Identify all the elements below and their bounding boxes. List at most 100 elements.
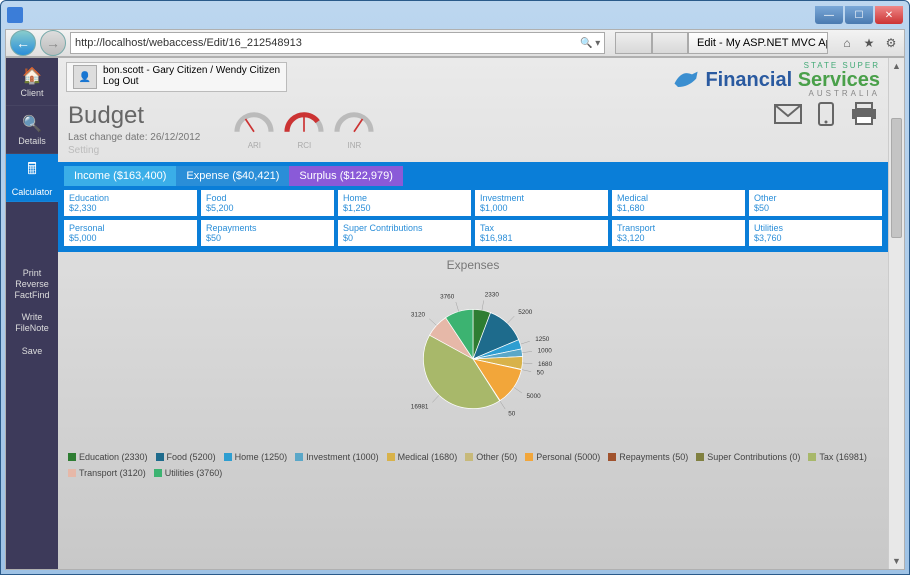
email-icon[interactable] <box>774 102 802 126</box>
window-close-button[interactable]: ✕ <box>875 6 903 24</box>
browser-forward-button[interactable]: → <box>40 30 66 56</box>
card-value: $2,330 <box>69 203 192 213</box>
browser-tab-active[interactable]: Edit - My ASP.NET MVC Ap... × <box>688 32 828 54</box>
tab-surplus[interactable]: Surplus ($122,979) <box>289 166 403 186</box>
address-url: http://localhost/webaccess/Edit/16_21254… <box>75 37 302 49</box>
legend-swatch <box>224 453 232 461</box>
card-name: Utilities <box>754 223 877 233</box>
browser-home-icon[interactable]: ⌂ <box>838 34 856 52</box>
mobile-icon[interactable] <box>812 102 840 126</box>
category-card[interactable]: Super Contributions$0 <box>338 220 471 246</box>
brand-mark-icon <box>671 66 699 94</box>
legend-swatch <box>156 453 164 461</box>
legend-swatch <box>387 453 395 461</box>
setting-link[interactable]: Setting <box>68 145 200 156</box>
browser-tabs: Edit - My ASP.NET MVC Ap... × <box>615 32 828 54</box>
window-maximize-button[interactable]: ☐ <box>845 6 873 24</box>
pie-data-label: 2330 <box>485 292 500 299</box>
browser-toolbar: ← → http://localhost/webaccess/Edit/16_2… <box>5 29 905 57</box>
legend-item: Transport (3120) <box>68 466 146 480</box>
left-nav: 🏠 Client 🔍 Details 🖩 Calculator Print Re… <box>6 58 58 569</box>
header-actions <box>774 102 878 126</box>
logout-link[interactable]: Log Out <box>103 76 280 87</box>
address-search-icon[interactable]: 🔍 ▾ <box>580 38 600 49</box>
brand-main1: Financial <box>705 69 792 91</box>
window-titlebar: — ☐ ✕ <box>1 1 909 29</box>
pie-data-label: 50 <box>537 370 545 377</box>
legend-swatch <box>295 453 303 461</box>
brand-bottom: AUSTRALIA <box>705 90 880 98</box>
pie-data-label: 5000 <box>527 393 542 400</box>
nav-calculator[interactable]: 🖩 Calculator <box>6 154 58 202</box>
browser-favorites-icon[interactable]: ★ <box>860 34 878 52</box>
browser-tools-icon[interactable]: ⚙ <box>882 34 900 52</box>
category-card[interactable]: Tax$16,981 <box>475 220 608 246</box>
budget-header: Budget Last change date: 26/12/2012 Sett… <box>58 102 888 162</box>
page-viewport: 🏠 Client 🔍 Details 🖩 Calculator Print Re… <box>5 57 905 570</box>
nav-write-filenote[interactable]: Write FileNote <box>6 306 58 340</box>
brand-logo: STATE SUPER Financial Services AUSTRALIA <box>671 62 880 98</box>
nav-print-reverse-factfind[interactable]: Print Reverse FactFind <box>6 262 58 306</box>
category-card[interactable]: Repayments$50 <box>201 220 334 246</box>
category-card[interactable]: Medical$1,680 <box>612 190 745 216</box>
legend-item: Other (50) <box>465 450 517 464</box>
chart-legend: Education (2330)Food (5200)Home (1250)In… <box>68 450 878 481</box>
gauge-inr: INR <box>332 102 376 150</box>
card-value: $16,981 <box>480 233 603 243</box>
category-card[interactable]: Personal$5,000 <box>64 220 197 246</box>
legend-swatch <box>808 453 816 461</box>
category-card[interactable]: Investment$1,000 <box>475 190 608 216</box>
category-card[interactable]: Food$5,200 <box>201 190 334 216</box>
legend-item: Education (2330) <box>68 450 148 464</box>
pie-data-label: 1680 <box>538 361 553 368</box>
legend-item: Repayments (50) <box>608 450 688 464</box>
legend-swatch <box>696 453 704 461</box>
tab-income[interactable]: Income ($163,400) <box>64 166 176 186</box>
legend-swatch <box>68 453 76 461</box>
card-name: Super Contributions <box>343 223 466 233</box>
print-icon[interactable] <box>850 102 878 126</box>
pie-data-label: 16981 <box>411 403 429 410</box>
pie-data-label: 3760 <box>440 293 455 300</box>
scroll-up-button[interactable]: ▲ <box>889 58 904 74</box>
browser-back-button[interactable]: ← <box>10 30 36 56</box>
legend-swatch <box>68 469 76 477</box>
browser-tab-label: Edit - My ASP.NET MVC Ap... <box>697 37 828 49</box>
browser-tab[interactable] <box>652 32 688 54</box>
brand-main2: Services <box>798 69 880 91</box>
card-value: $3,760 <box>754 233 877 243</box>
nav-save[interactable]: Save <box>6 340 58 363</box>
search-icon: 🔍 <box>22 114 42 134</box>
main-content: 👤 bon.scott - Gary Citizen / Wendy Citiz… <box>58 58 888 569</box>
card-value: $3,120 <box>617 233 740 243</box>
legend-item: Super Contributions (0) <box>696 450 800 464</box>
category-card[interactable]: Education$2,330 <box>64 190 197 216</box>
category-cards: Education$2,330Food$5,200Home$1,250Inves… <box>64 190 882 246</box>
scroll-down-button[interactable]: ▼ <box>889 553 904 569</box>
browser-tab[interactable] <box>615 32 651 54</box>
nav-client[interactable]: 🏠 Client <box>6 58 58 106</box>
gauge-ari: ARI <box>232 102 276 150</box>
window-favicon <box>7 7 23 23</box>
nav-label: Client <box>20 88 43 98</box>
card-value: $50 <box>754 203 877 213</box>
expenses-pie-chart: 2330520012501000168050500050169813120376… <box>388 274 558 444</box>
pie-data-label: 1250 <box>535 336 550 343</box>
window-minimize-button[interactable]: — <box>815 6 843 24</box>
summary-row: Income ($163,400) Expense ($40,421) Surp… <box>58 162 888 252</box>
legend-swatch <box>525 453 533 461</box>
vertical-scrollbar[interactable]: ▲ ▼ <box>888 58 904 569</box>
tab-expense[interactable]: Expense ($40,421) <box>176 166 289 186</box>
legend-swatch <box>154 469 162 477</box>
card-value: $1,250 <box>343 203 466 213</box>
category-card[interactable]: Transport$3,120 <box>612 220 745 246</box>
category-card[interactable]: Home$1,250 <box>338 190 471 216</box>
chart-section: Expenses 2330520012501000168050500050169… <box>58 252 888 569</box>
scroll-thumb[interactable] <box>891 118 902 238</box>
category-card[interactable]: Other$50 <box>749 190 882 216</box>
address-bar[interactable]: http://localhost/webaccess/Edit/16_21254… <box>70 32 605 54</box>
category-card[interactable]: Utilities$3,760 <box>749 220 882 246</box>
home-icon: 🏠 <box>22 66 42 86</box>
calculator-icon: 🖩 <box>27 158 37 185</box>
nav-details[interactable]: 🔍 Details <box>6 106 58 154</box>
